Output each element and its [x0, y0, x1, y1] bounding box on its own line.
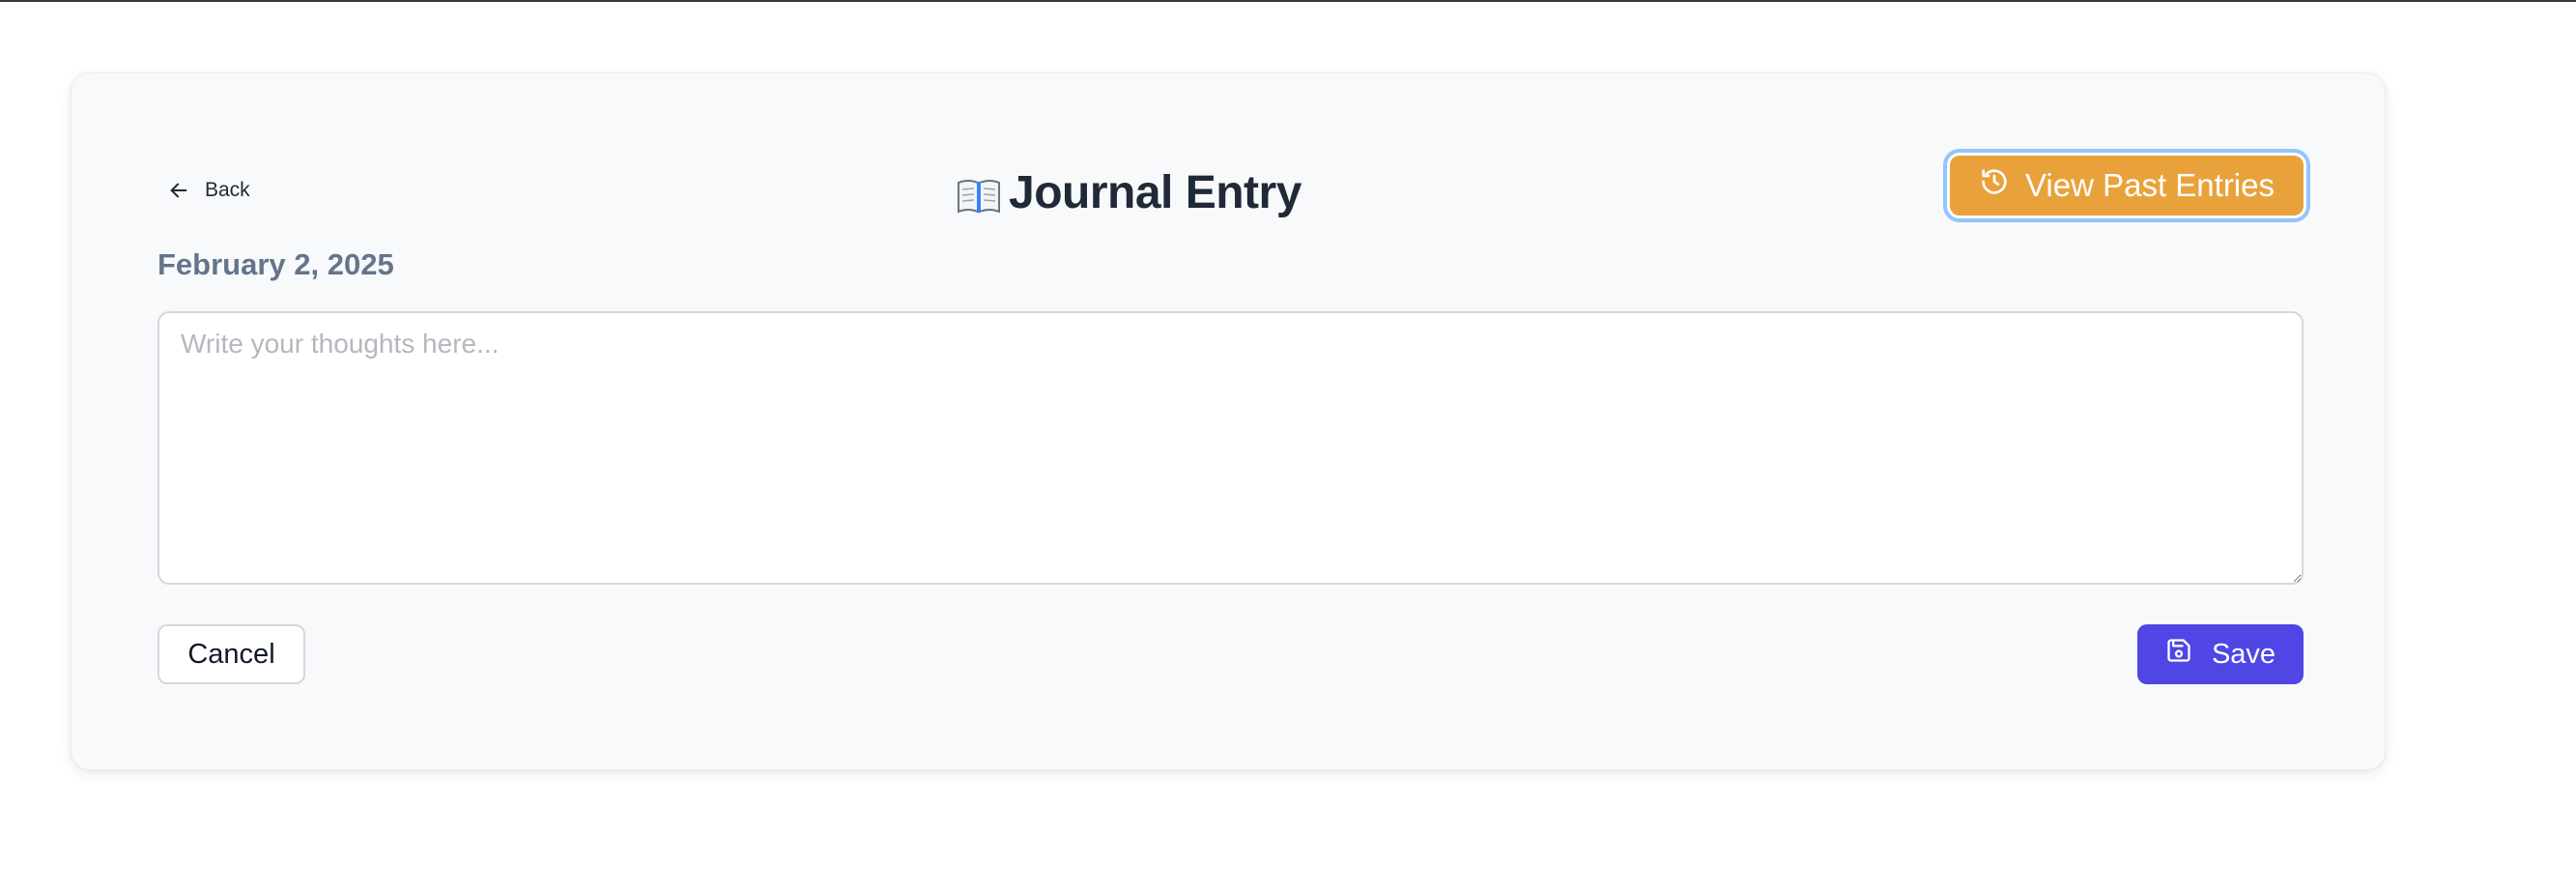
save-label: Save	[2211, 638, 2276, 670]
journal-entry-textarea[interactable]	[157, 311, 2304, 585]
view-past-entries-button[interactable]: View Past Entries	[1950, 156, 2304, 216]
page-title-text: Journal Entry	[1009, 167, 1302, 218]
open-book-icon	[957, 174, 1001, 213]
save-disk-icon	[2165, 637, 2192, 672]
top-border-line	[0, 0, 2576, 2]
view-past-entries-label: View Past Entries	[2024, 167, 2275, 203]
entry-date: February 2, 2025	[157, 247, 394, 281]
arrow-left-icon	[168, 180, 189, 201]
back-label: Back	[205, 179, 250, 201]
save-button[interactable]: Save	[2137, 624, 2304, 684]
journal-entry-card: Back Journal Entry View Past Entries Feb…	[71, 72, 2386, 770]
back-button[interactable]: Back	[81, 169, 264, 212]
history-clock-icon	[1979, 166, 2010, 205]
page-title: Journal Entry	[957, 166, 1459, 219]
cancel-button[interactable]: Cancel	[157, 624, 305, 684]
